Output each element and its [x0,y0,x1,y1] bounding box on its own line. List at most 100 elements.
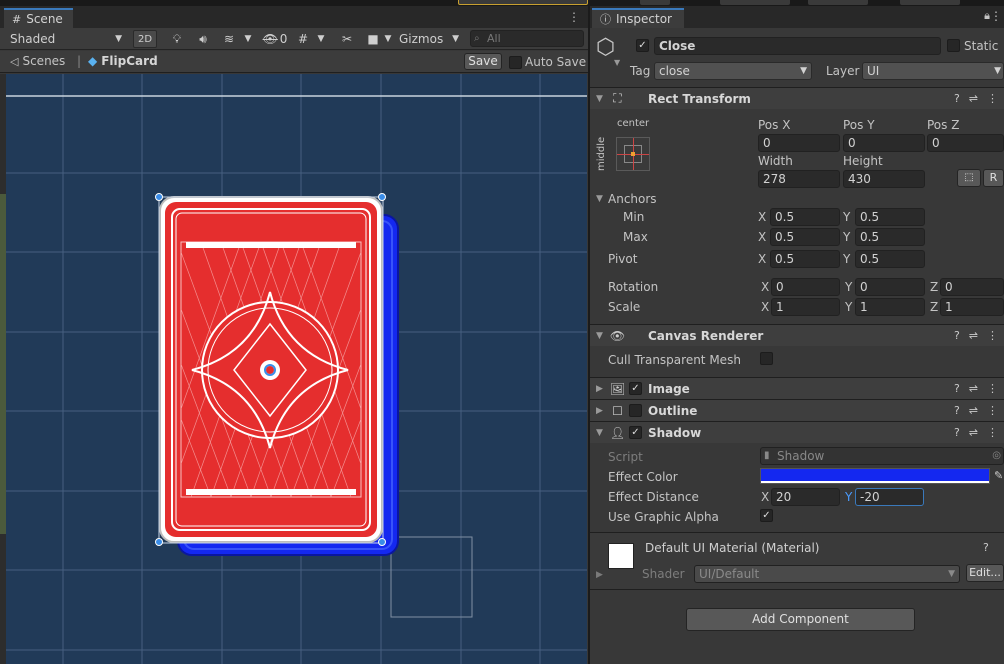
foldout-collapsed-icon[interactable]: ▶ [596,384,603,394]
pivot-y-field[interactable]: 0.5 [855,250,925,268]
effect-color-swatch[interactable] [760,468,990,484]
foldout-expanded-icon[interactable]: ▼ [596,331,603,341]
width-field[interactable]: 278 [758,170,840,188]
cull-transparent-mesh-checkbox[interactable] [760,352,773,365]
pos-z-field[interactable]: 0 [927,134,1004,152]
camera-icon[interactable]: ■ [362,28,384,50]
y-label: Y [843,230,851,244]
breadcrumb-prefab[interactable]: ◆ FlipCard [88,54,158,68]
anchors-foldout-icon[interactable]: ▼ [596,194,603,204]
toolbar-button[interactable] [640,0,670,5]
layer-dropdown[interactable]: UI ▼ [862,62,1004,80]
toolbar-button[interactable] [720,0,790,5]
audio-toggle-icon[interactable]: 🔊︎ [192,28,214,50]
play-controls[interactable] [458,0,588,5]
presets-icon[interactable]: ⇌ [969,382,978,395]
component-menu-icon[interactable]: ⋮ [987,329,998,342]
anchor-min-x-field[interactable]: 0.5 [770,208,840,226]
icon-dropdown-arrow-icon[interactable]: ▼ [614,58,620,67]
component-menu-icon[interactable]: ⋮ [987,382,998,395]
object-name-field[interactable]: Close [654,37,941,55]
anchor-presets-button[interactable] [616,137,650,171]
shader-dropdown[interactable]: UI/Default ▼ [694,565,960,583]
toolbar-button[interactable] [900,0,960,5]
static-checkbox[interactable] [947,39,960,52]
grid-toggle-icon[interactable]: # [292,28,314,50]
canvas-renderer-header[interactable]: ▼ 👁︎ Canvas Renderer ? ⇌ ⋮ [590,324,1004,346]
tag-dropdown[interactable]: close ▼ [654,62,812,80]
shading-mode-value: Shaded [10,32,56,46]
foldout-collapsed-icon[interactable]: ▶ [596,570,603,580]
2d-toggle-button[interactable]: 2D [133,30,157,48]
camera-dropdown-arrow-icon[interactable]: ▼ [382,28,394,50]
presets-icon[interactable]: ⇌ [969,92,978,105]
outline-header[interactable]: ▶ ☐ Outline ? ⇌ ⋮ [590,399,1004,421]
grid-dropdown-arrow-icon[interactable]: ▼ [314,28,328,50]
more-menu-icon[interactable]: ⋮ [568,10,580,24]
save-button[interactable]: Save [464,53,502,70]
foldout-collapsed-icon[interactable]: ▶ [596,406,603,416]
add-component-button[interactable]: Add Component [686,608,915,631]
shader-edit-button[interactable]: Edit... [966,564,1004,582]
eyedropper-icon[interactable]: ✎ [994,469,1003,482]
more-menu-icon[interactable]: ⋮ [990,9,1002,23]
anchor-max-x-field[interactable]: 0.5 [770,228,840,246]
shadow-enabled-checkbox[interactable]: ✓ [629,426,642,439]
hidden-objects-toggle[interactable]: 👁︎ 0 [260,28,290,50]
image-enabled-checkbox[interactable]: ✓ [629,382,642,395]
use-graphic-alpha-checkbox[interactable]: ✓ [760,509,773,522]
rotation-x-field[interactable]: 0 [771,278,840,296]
effects-dropdown-arrow-icon[interactable]: ▼ [241,28,255,50]
component-menu-icon[interactable]: ⋮ [987,404,998,417]
pivot-x-field[interactable]: 0.5 [770,250,840,268]
foldout-expanded-icon[interactable]: ▼ [596,94,603,104]
shader-edit-label: Edit... [969,566,1001,579]
rect-transform-header[interactable]: ▼ ⛶ Rect Transform ? ⇌ ⋮ [590,87,1004,109]
shadow-header[interactable]: ▼ 👤︎ ✓ Shadow ? ⇌ ⋮ [590,421,1004,443]
scale-x-field[interactable]: 1 [771,298,840,316]
tab-scene[interactable]: # Scene [4,8,73,28]
help-icon[interactable]: ? [954,382,960,395]
rotation-y-field[interactable]: 0 [855,278,925,296]
rotation-z-field[interactable]: 0 [940,278,1004,296]
anchor-max-y-field[interactable]: 0.5 [855,228,925,246]
pos-x-field[interactable]: 0 [758,134,840,152]
presets-icon[interactable]: ⇌ [969,426,978,439]
effects-toggle-icon[interactable]: ≋ [218,28,240,50]
gizmos-dropdown[interactable]: Gizmos ▼ [396,28,462,50]
rotation-x-value: 0 [776,280,784,294]
tab-inspector[interactable]: ⓘ Inspector [592,8,684,28]
breadcrumb-scenes[interactable]: ◁ Scenes [10,54,65,68]
help-icon[interactable]: ? [954,92,960,105]
tools-icon[interactable]: ✂︎ [336,28,358,50]
help-icon[interactable]: ? [954,329,960,342]
help-icon[interactable]: ? [983,541,989,554]
anchor-min-y-field[interactable]: 0.5 [855,208,925,226]
effect-distance-y-field[interactable]: -20 [855,488,924,506]
scene-viewport[interactable] [6,74,587,664]
effect-distance-x-field[interactable]: 20 [771,488,840,506]
shading-mode-dropdown[interactable]: Shaded ▼ [4,28,126,50]
image-header[interactable]: ▶ 🖼︎ ✓ Image ? ⇌ ⋮ [590,377,1004,399]
height-field[interactable]: 430 [843,170,925,188]
scale-y-field[interactable]: 1 [855,298,925,316]
script-field: ▮ Shadow ◎ [760,447,1004,465]
help-icon[interactable]: ? [954,426,960,439]
lighting-toggle-icon[interactable]: 💡︎ [166,28,188,50]
outline-enabled-checkbox[interactable] [629,404,642,417]
presets-icon[interactable]: ⇌ [969,404,978,417]
presets-icon[interactable]: ⇌ [969,329,978,342]
scale-z-field[interactable]: 1 [940,298,1004,316]
pos-y-field[interactable]: 0 [843,134,925,152]
raw-edit-button[interactable]: R [983,169,1004,187]
active-checkbox[interactable]: ✓ [636,39,649,52]
scene-search-input[interactable]: ⌕ All [470,30,584,47]
component-menu-icon[interactable]: ⋮ [987,92,998,105]
blueprint-mode-button[interactable]: ⬚ [957,169,981,187]
auto-save-checkbox[interactable] [509,56,522,69]
help-icon[interactable]: ? [954,404,960,417]
anchor-min-label: Min [623,210,645,224]
toolbar-button[interactable] [808,0,868,5]
foldout-expanded-icon[interactable]: ▼ [596,428,603,438]
component-menu-icon[interactable]: ⋮ [987,426,998,439]
